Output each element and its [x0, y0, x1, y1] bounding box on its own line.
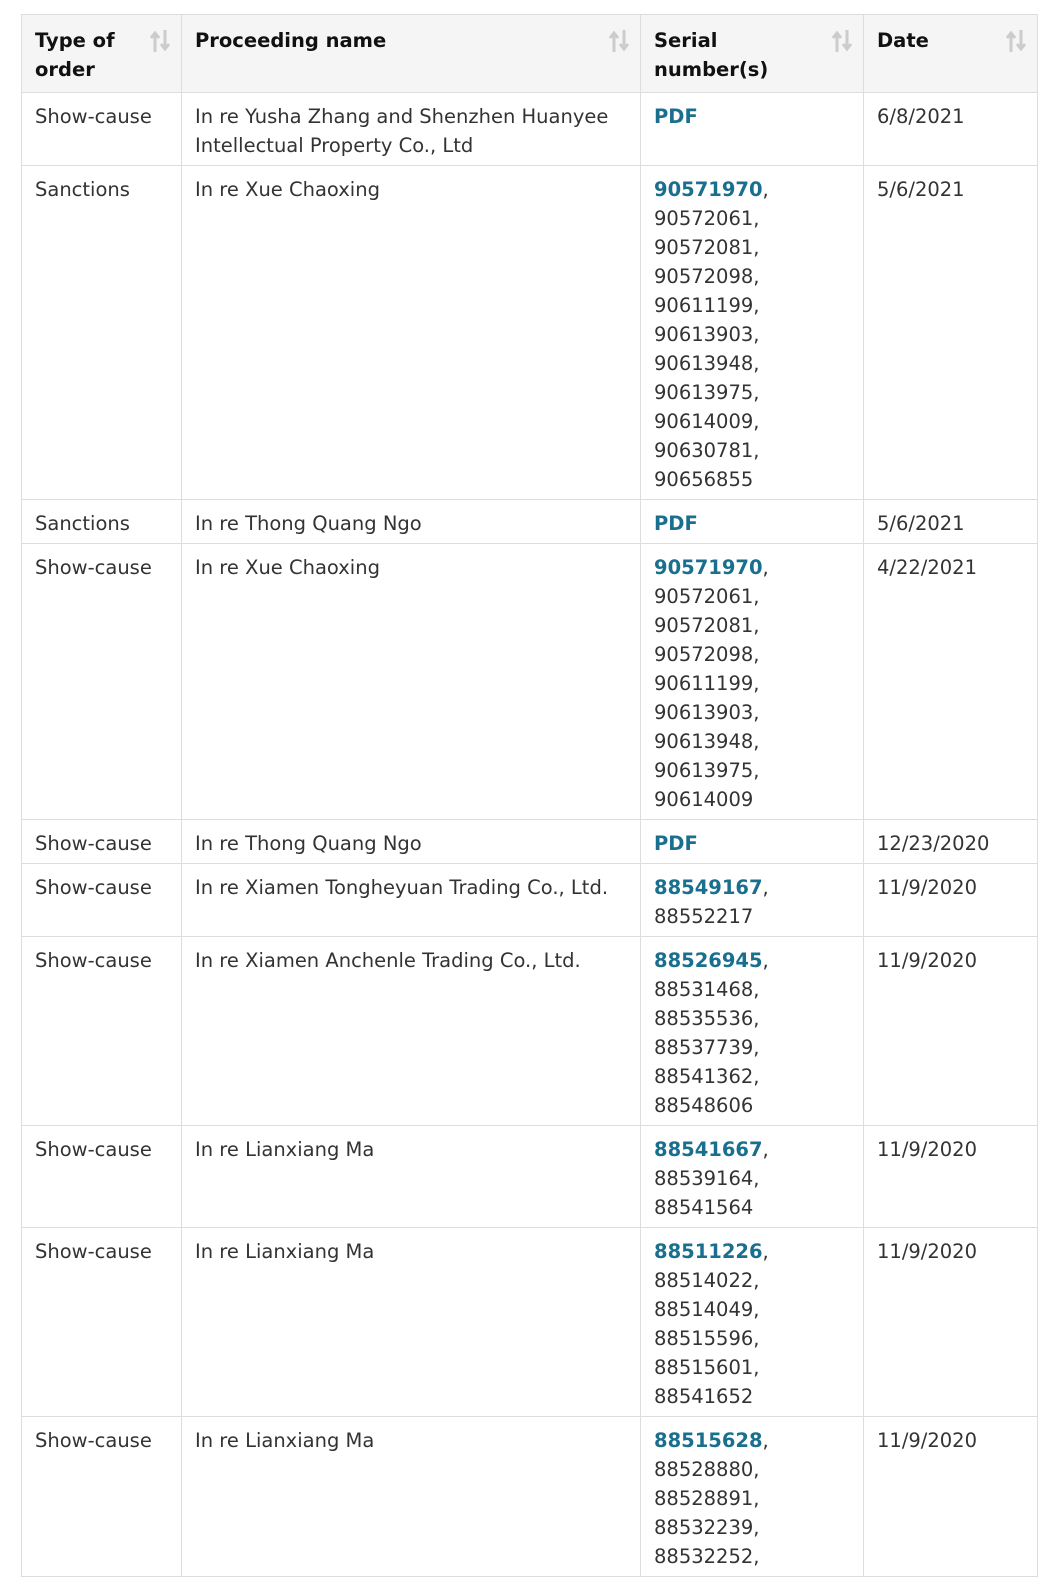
table-row: Show-cause In re Thong Quang Ngo PDF 12/23/… — [21, 819, 1038, 864]
proceeding-name-cell: In re Thong Quang Ngo — [181, 819, 641, 864]
order-type-cell: Show-cause — [21, 543, 182, 820]
order-type-cell: Show-cause — [21, 819, 182, 864]
proceeding-name-cell: In re Xue Chaoxing — [181, 543, 641, 820]
order-type-cell: Show-cause — [21, 92, 182, 166]
table-row: Show-cause In re Yusha Zhang and Shenzhen… — [21, 92, 1038, 166]
sort-arrows-icon[interactable] — [608, 28, 630, 54]
proceeding-name-cell: In re Xue Chaoxing — [181, 165, 641, 500]
serial-number-link[interactable]: 90571970 — [654, 178, 763, 201]
serial-numbers-cell: 88511226, 88514022, 88514049, 88515596, … — [640, 1227, 864, 1417]
serial-number-link[interactable]: 88541667 — [654, 1138, 763, 1161]
serial-numbers-text: , 90572061, 90572081, 90572098, 90611199… — [654, 178, 769, 491]
table-row: Sanctions In re Xue Chaoxing 90571970, 905… — [21, 165, 1038, 500]
serial-numbers-text: , 90572061, 90572081, 90572098, 90611199… — [654, 556, 769, 811]
proceeding-name-cell: In re Xiamen Tongheyuan Trading Co., Ltd… — [181, 863, 641, 937]
header-label: Serial number(s) — [654, 29, 769, 81]
date-cell: 4/22/2021 — [863, 543, 1038, 820]
header-label: Proceeding name — [195, 29, 387, 52]
proceeding-name-cell: In re Thong Quang Ngo — [181, 499, 641, 544]
header-proceeding-name[interactable]: Proceeding name — [181, 14, 641, 93]
serial-numbers-text: , 88531468, 88535536, 88537739, 88541362… — [654, 949, 769, 1117]
orders-table-container: Type of order Proceeding name Serial numbe… — [21, 14, 1038, 1577]
table-row: Show-cause In re Lianxiang Ma 88541667, 88… — [21, 1125, 1038, 1228]
order-type-cell: Show-cause — [21, 863, 182, 937]
proceeding-name-cell: In re Yusha Zhang and Shenzhen Huanyee I… — [181, 92, 641, 166]
serial-number-link[interactable]: 90571970 — [654, 556, 763, 579]
table-row: Show-cause In re Xue Chaoxing 90571970, 90… — [21, 543, 1038, 820]
proceeding-name-cell: In re Lianxiang Ma — [181, 1227, 641, 1417]
header-serial-numbers[interactable]: Serial number(s) — [640, 14, 864, 93]
table-body: Show-cause In re Yusha Zhang and Shenzhen… — [21, 92, 1038, 1577]
order-type-cell: Sanctions — [21, 499, 182, 544]
proceeding-name-cell: In re Lianxiang Ma — [181, 1125, 641, 1228]
table-header-row: Type of order Proceeding name Serial numbe… — [21, 14, 1038, 93]
orders-table: Type of order Proceeding name Serial numbe… — [21, 14, 1038, 1577]
serial-numbers-cell: 88526945, 88531468, 88535536, 88537739, … — [640, 936, 864, 1126]
serial-numbers-cell: 90571970, 90572061, 90572081, 90572098, … — [640, 543, 864, 820]
date-cell: 11/9/2020 — [863, 1125, 1038, 1228]
serial-numbers-cell: 88541667, 88539164, 88541564 — [640, 1125, 864, 1228]
order-type-cell: Show-cause — [21, 1416, 182, 1577]
order-type-cell: Show-cause — [21, 1125, 182, 1228]
pdf-link[interactable]: PDF — [654, 105, 698, 128]
date-cell: 12/23/2020 — [863, 819, 1038, 864]
table-row: Sanctions In re Thong Quang Ngo PDF 5/6/202… — [21, 499, 1038, 544]
table-row: Show-cause In re Lianxiang Ma 88511226, 88… — [21, 1227, 1038, 1417]
serial-numbers-cell: 88515628, 88528880, 88528891, 88532239, … — [640, 1416, 864, 1577]
date-cell: 5/6/2021 — [863, 165, 1038, 500]
pdf-link[interactable]: PDF — [654, 512, 698, 535]
date-cell: 5/6/2021 — [863, 499, 1038, 544]
serial-number-link[interactable]: 88526945 — [654, 949, 763, 972]
header-label: Date — [877, 29, 929, 52]
sort-arrows-icon[interactable] — [149, 28, 171, 54]
sort-arrows-icon[interactable] — [1005, 28, 1027, 54]
header-type-of-order[interactable]: Type of order — [21, 14, 182, 93]
serial-numbers-cell: 90571970, 90572061, 90572081, 90572098, … — [640, 165, 864, 500]
serial-numbers-cell: PDF — [640, 819, 864, 864]
date-cell: 6/8/2021 — [863, 92, 1038, 166]
proceeding-name-cell: In re Xiamen Anchenle Trading Co., Ltd. — [181, 936, 641, 1126]
date-cell: 11/9/2020 — [863, 1227, 1038, 1417]
order-type-cell: Show-cause — [21, 936, 182, 1126]
date-cell: 11/9/2020 — [863, 863, 1038, 937]
serial-numbers-text: , 88514022, 88514049, 88515596, 88515601… — [654, 1240, 769, 1408]
serial-number-link[interactable]: 88515628 — [654, 1429, 763, 1452]
table-row: Show-cause In re Xiamen Anchenle Trading … — [21, 936, 1038, 1126]
proceeding-name-cell: In re Lianxiang Ma — [181, 1416, 641, 1577]
pdf-link[interactable]: PDF — [654, 832, 698, 855]
order-type-cell: Show-cause — [21, 1227, 182, 1417]
serial-numbers-cell: PDF — [640, 92, 864, 166]
serial-number-link[interactable]: 88511226 — [654, 1240, 763, 1263]
sort-arrows-icon[interactable] — [831, 28, 853, 54]
header-date[interactable]: Date — [863, 14, 1038, 93]
date-cell: 11/9/2020 — [863, 1416, 1038, 1577]
serial-numbers-cell: 88549167, 88552217 — [640, 863, 864, 937]
serial-number-link[interactable]: 88549167 — [654, 876, 763, 899]
table-row: Show-cause In re Lianxiang Ma 88515628, 88… — [21, 1416, 1038, 1577]
date-cell: 11/9/2020 — [863, 936, 1038, 1126]
order-type-cell: Sanctions — [21, 165, 182, 500]
serial-numbers-cell: PDF — [640, 499, 864, 544]
table-row: Show-cause In re Xiamen Tongheyuan Tradin… — [21, 863, 1038, 937]
header-label: Type of order — [35, 29, 115, 81]
